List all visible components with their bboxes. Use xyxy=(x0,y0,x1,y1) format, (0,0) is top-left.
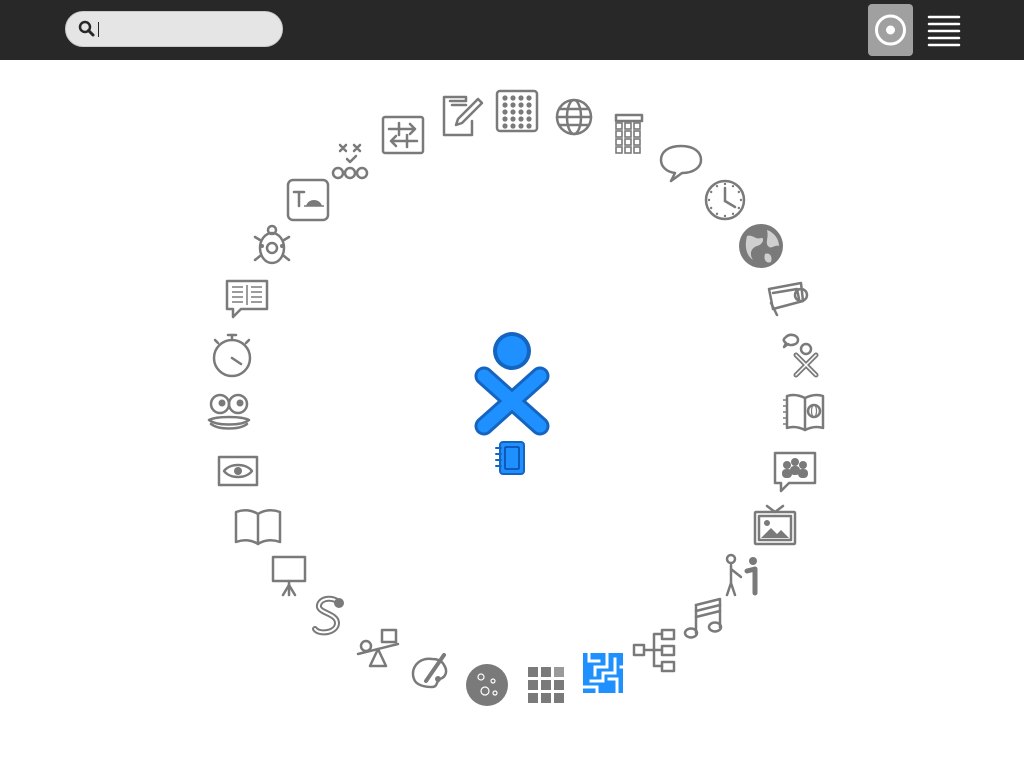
earth-icon xyxy=(739,224,783,268)
open-book-icon xyxy=(234,509,282,546)
activity-labyrinth[interactable] xyxy=(630,624,682,676)
top-toolbar xyxy=(0,0,1024,60)
activity-implode[interactable] xyxy=(520,659,572,711)
mind-map-icon xyxy=(632,628,676,673)
maze-icon xyxy=(581,651,625,695)
activity-photo-frame[interactable] xyxy=(749,500,801,552)
search-icon xyxy=(78,20,95,37)
calculator-icon xyxy=(614,113,644,154)
activity-imageviewer[interactable] xyxy=(761,273,813,325)
camera-eye-icon xyxy=(217,455,259,487)
community-chat-icon xyxy=(773,451,817,493)
clock-icon xyxy=(704,179,746,221)
activity-speak[interactable] xyxy=(776,329,828,381)
newspaper-bubble-icon xyxy=(225,279,269,319)
picture-frame-icon xyxy=(753,504,797,546)
paint-palette-icon xyxy=(411,653,448,689)
favorites-view-button[interactable] xyxy=(868,4,913,56)
search-input[interactable] xyxy=(96,18,271,40)
activity-image-transfer[interactable] xyxy=(377,109,429,161)
seesaw-icon xyxy=(356,628,400,668)
activity-moon[interactable] xyxy=(461,659,513,711)
activity-physics[interactable] xyxy=(352,624,404,676)
list-view-button[interactable] xyxy=(922,6,966,54)
activity-tictactoe[interactable] xyxy=(326,137,378,189)
activity-story[interactable] xyxy=(221,273,273,325)
view-list-icon xyxy=(927,15,961,47)
photo-search-icon xyxy=(767,281,809,317)
tictactoe-icon xyxy=(331,143,369,180)
activity-maze[interactable] xyxy=(577,647,629,699)
stopwatch-icon xyxy=(212,333,252,378)
activity-stopwatch[interactable] xyxy=(206,329,258,381)
globe-icon xyxy=(555,98,593,136)
presentation-board-icon xyxy=(271,555,307,597)
activity-jukebox[interactable] xyxy=(203,386,255,438)
activity-clock[interactable] xyxy=(699,174,751,226)
activity-browse[interactable] xyxy=(548,91,600,143)
activity-record[interactable] xyxy=(212,445,264,497)
activity-read-etexts[interactable] xyxy=(779,386,831,438)
activity-presentation[interactable] xyxy=(263,549,315,601)
speak-icon xyxy=(782,333,819,378)
activity-paint[interactable] xyxy=(404,647,456,699)
search-box[interactable] xyxy=(65,11,283,47)
grid-blocks-icon xyxy=(528,667,564,703)
activity-calculate[interactable] xyxy=(603,109,655,161)
journal-icon[interactable] xyxy=(494,440,528,476)
pencil-document-icon xyxy=(442,95,484,137)
activity-abacus[interactable] xyxy=(491,85,543,137)
world-book-icon xyxy=(783,393,825,432)
turtle-icon xyxy=(253,224,291,265)
activity-world-map[interactable] xyxy=(735,220,787,272)
activity-read[interactable] xyxy=(232,500,284,552)
view-radial-icon xyxy=(875,14,906,46)
activity-music-keyboard[interactable] xyxy=(678,591,730,643)
abacus-icon xyxy=(495,89,539,133)
xo-icon[interactable] xyxy=(470,330,554,440)
text-caret xyxy=(98,22,99,37)
activity-turtle-blocks[interactable] xyxy=(246,220,298,272)
eyes-face-icon xyxy=(207,393,251,430)
transfer-arrows-icon xyxy=(381,115,425,155)
activity-write[interactable] xyxy=(436,91,488,143)
moon-icon xyxy=(466,664,508,706)
music-note-icon xyxy=(683,597,723,639)
activity-social-help[interactable] xyxy=(769,445,821,497)
